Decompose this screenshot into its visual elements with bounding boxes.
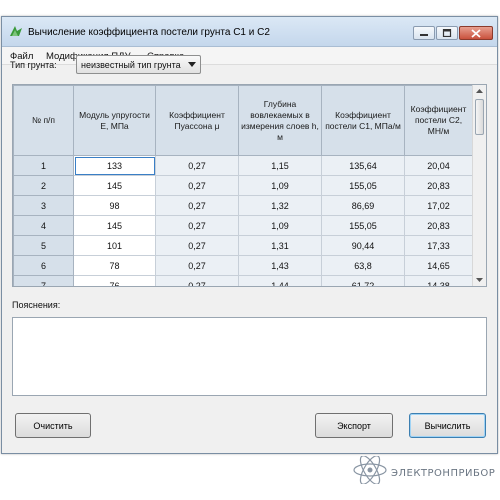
calculate-button[interactable]: Вычислить bbox=[409, 413, 486, 438]
cell-c2[interactable]: 20,83 bbox=[404, 175, 473, 196]
cell-depth[interactable]: 1,09 bbox=[238, 215, 322, 236]
table-header-row: № п/п Модуль упругости Е, МПа Коэффициен… bbox=[13, 85, 473, 156]
cell-poisson[interactable]: 0,27 bbox=[155, 215, 239, 236]
table-row: 3 98 0,27 1,32 86,69 17,02 bbox=[13, 195, 473, 216]
scroll-up-icon[interactable] bbox=[476, 89, 483, 93]
scroll-down-icon[interactable] bbox=[476, 278, 483, 282]
cell-c2[interactable]: 20,83 bbox=[404, 215, 473, 236]
cell-depth[interactable]: 1,15 bbox=[238, 155, 322, 176]
cell-c2[interactable]: 20,04 bbox=[404, 155, 473, 176]
cell-c1[interactable]: 155,05 bbox=[321, 175, 405, 196]
cell-poisson[interactable]: 0,27 bbox=[155, 255, 239, 276]
cell-poisson[interactable]: 0,27 bbox=[155, 155, 239, 176]
cell-c1[interactable]: 135,64 bbox=[321, 155, 405, 176]
column-header-depth[interactable]: Глубина вовлекаемых в измерения слоев h,… bbox=[238, 85, 322, 156]
cell-modulus[interactable]: 145 bbox=[73, 175, 156, 196]
atom-logo-icon bbox=[353, 456, 387, 484]
row-number[interactable]: 3 bbox=[13, 195, 74, 216]
minimize-button[interactable] bbox=[413, 26, 435, 40]
cell-poisson[interactable]: 0,27 bbox=[155, 235, 239, 256]
cell-depth[interactable]: 1,43 bbox=[238, 255, 322, 276]
title-bar[interactable]: Вычисление коэффициента постели грунта С… bbox=[2, 17, 497, 47]
cell-modulus[interactable]: 76 bbox=[73, 275, 156, 286]
watermark-text: ЭЛЕКТРОНПРИБОР bbox=[391, 468, 496, 479]
row-number[interactable]: 6 bbox=[13, 255, 74, 276]
cell-depth[interactable]: 1,32 bbox=[238, 195, 322, 216]
maximize-button[interactable] bbox=[436, 26, 458, 40]
row-number[interactable]: 5 bbox=[13, 235, 74, 256]
cell-c1[interactable]: 63,8 bbox=[321, 255, 405, 276]
table-row: 1 133 0,27 1,15 135,64 20,04 bbox=[13, 155, 473, 176]
cell-modulus[interactable]: 98 bbox=[73, 195, 156, 216]
table-row: 4 145 0,27 1,09 155,05 20,83 bbox=[13, 215, 473, 236]
table-row: 2 145 0,27 1,09 155,05 20,83 bbox=[13, 175, 473, 196]
cell-c2[interactable]: 17,33 bbox=[404, 235, 473, 256]
cell-c1[interactable]: 155,05 bbox=[321, 215, 405, 236]
row-number[interactable]: 4 bbox=[13, 215, 74, 236]
notes-textarea[interactable] bbox=[12, 317, 487, 396]
cell-poisson[interactable]: 0,27 bbox=[155, 195, 239, 216]
cell-modulus[interactable]: 145 bbox=[73, 215, 156, 236]
table-row: 7 76 0,27 1,44 61,72 14,38 bbox=[13, 275, 473, 286]
row-number[interactable]: 1 bbox=[13, 155, 74, 176]
row-number[interactable]: 2 bbox=[13, 175, 74, 196]
table-row: 6 78 0,27 1,43 63,8 14,65 bbox=[13, 255, 473, 276]
clear-button[interactable]: Очистить bbox=[15, 413, 91, 438]
soil-type-select[interactable]: неизвестный тип грунта bbox=[76, 55, 201, 74]
minimize-icon bbox=[420, 34, 428, 36]
chevron-down-icon bbox=[188, 62, 196, 67]
cell-depth[interactable]: 1,31 bbox=[238, 235, 322, 256]
scrollbar-thumb[interactable] bbox=[475, 99, 484, 135]
cell-c2[interactable]: 14,65 bbox=[404, 255, 473, 276]
cell-poisson[interactable]: 0,27 bbox=[155, 175, 239, 196]
cell-modulus[interactable]: 78 bbox=[73, 255, 156, 276]
cell-c1[interactable]: 61,72 bbox=[321, 275, 405, 286]
window-title: Вычисление коэффициента постели грунта С… bbox=[28, 27, 270, 38]
table-scrollbar[interactable] bbox=[472, 85, 486, 286]
app-icon bbox=[10, 26, 22, 36]
cell-c1[interactable]: 86,69 bbox=[321, 195, 405, 216]
column-header-c1[interactable]: Коэффициент постели С1, МПа/м bbox=[321, 85, 405, 156]
results-table: № п/п Модуль упругости Е, МПа Коэффициен… bbox=[12, 84, 487, 287]
cell-poisson[interactable]: 0,27 bbox=[155, 275, 239, 286]
close-button[interactable] bbox=[459, 26, 493, 40]
soil-type-value: неизвестный тип грунта bbox=[81, 60, 181, 70]
maximize-icon bbox=[442, 29, 452, 37]
watermark: ЭЛЕКТРОНПРИБОР bbox=[352, 456, 497, 484]
notes-label: Пояснения: bbox=[12, 300, 61, 310]
table-row: 5 101 0,27 1,31 90,44 17,33 bbox=[13, 235, 473, 256]
soil-type-label: Тип грунта: bbox=[10, 60, 57, 70]
column-header-number[interactable]: № п/п bbox=[13, 85, 74, 156]
row-number[interactable]: 7 bbox=[13, 275, 74, 286]
cell-c2[interactable]: 17,02 bbox=[404, 195, 473, 216]
cell-depth[interactable]: 1,44 bbox=[238, 275, 322, 286]
cell-c2[interactable]: 14,38 bbox=[404, 275, 473, 286]
column-header-poisson[interactable]: Коэффициент Пуассона μ bbox=[155, 85, 239, 156]
column-header-c2[interactable]: Коэффициент постели С2, МН/м bbox=[404, 85, 473, 156]
cell-c1[interactable]: 90,44 bbox=[321, 235, 405, 256]
cell-depth[interactable]: 1,09 bbox=[238, 175, 322, 196]
export-button[interactable]: Экспорт bbox=[315, 413, 393, 438]
column-header-modulus[interactable]: Модуль упругости Е, МПа bbox=[73, 85, 156, 156]
close-icon bbox=[471, 28, 481, 38]
cell-modulus[interactable]: 133 bbox=[73, 155, 156, 176]
cell-modulus[interactable]: 101 bbox=[73, 235, 156, 256]
